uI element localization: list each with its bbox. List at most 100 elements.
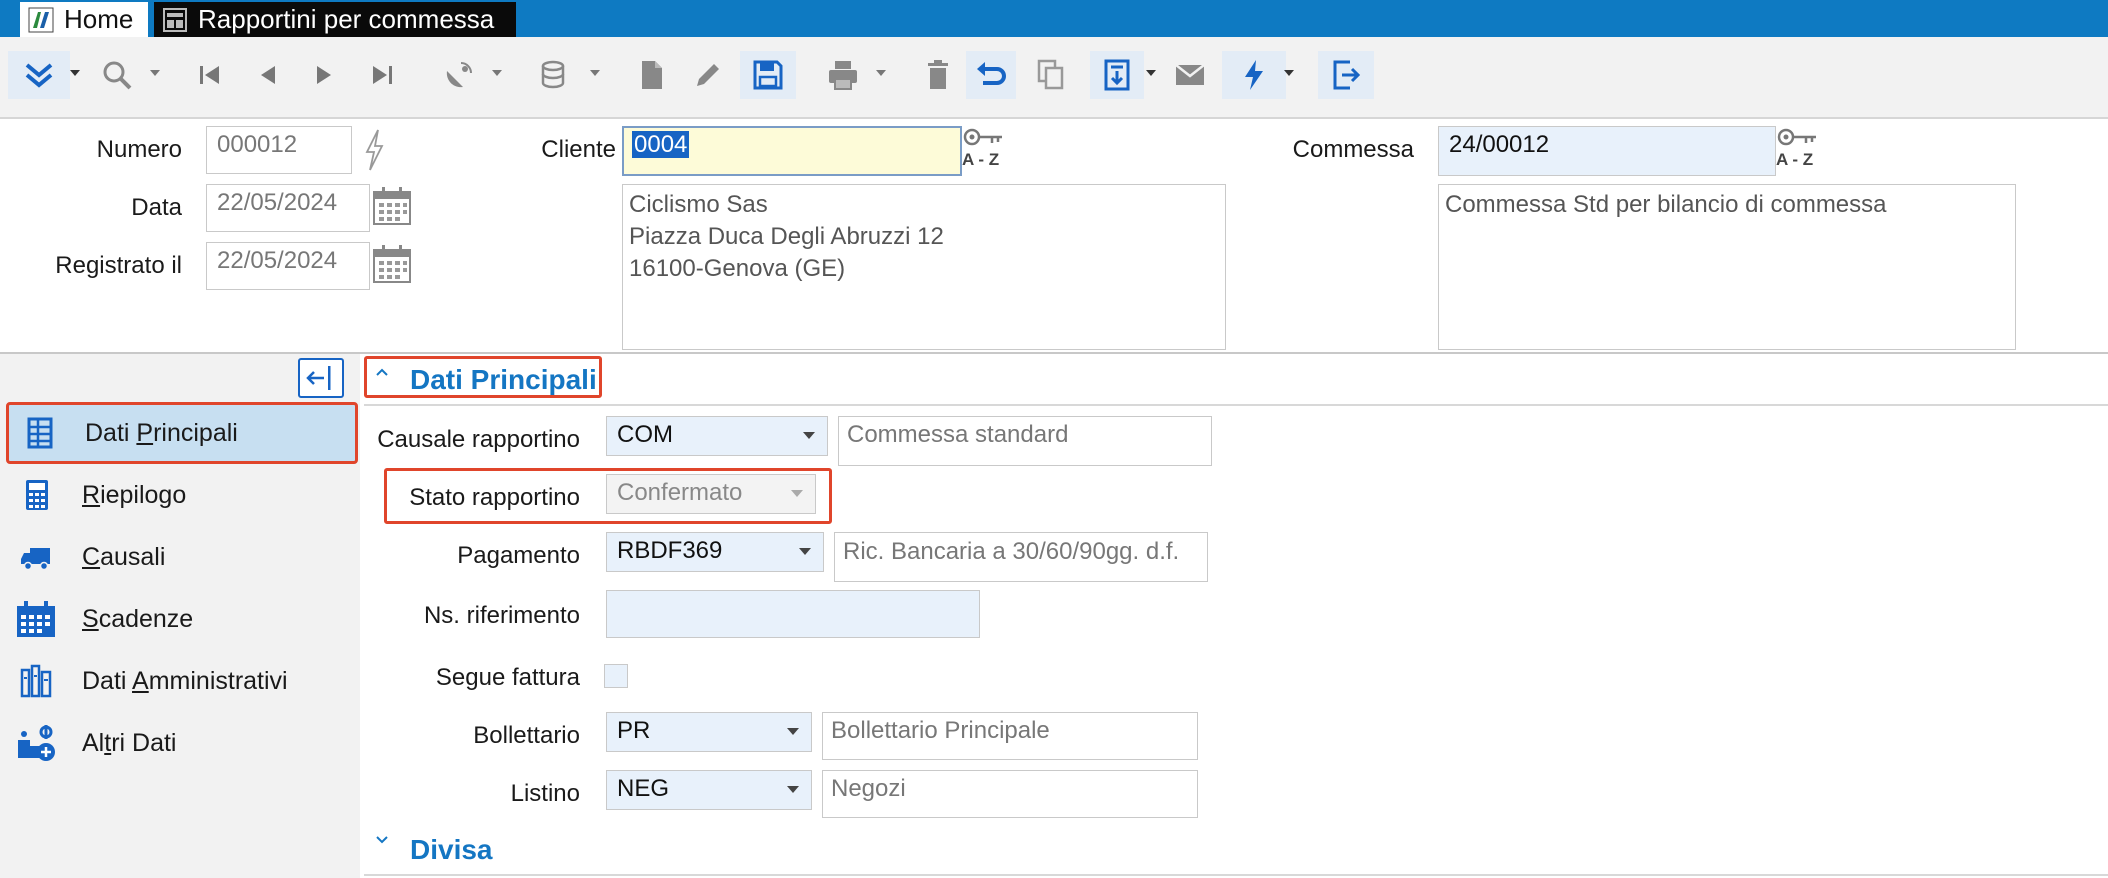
chevron-down-icon	[803, 432, 815, 439]
table-icon	[27, 417, 53, 449]
tab-home-label: Home	[64, 4, 134, 34]
books-icon	[20, 664, 52, 698]
lightning-icon	[1245, 60, 1263, 90]
riferimento-label: Ns. riferimento	[423, 602, 580, 629]
bollettario-select[interactable]: PR	[606, 712, 812, 752]
cliente-address: Ciclismo Sas Piazza Duca Degli Abruzzi 1…	[622, 184, 1226, 350]
save-icon	[753, 60, 783, 90]
bollettario-label: Bollettario	[473, 722, 580, 749]
chevron-down-icon[interactable]	[374, 834, 390, 846]
sidebar-item-causali[interactable]: Causali	[6, 528, 358, 586]
new-document-button[interactable]	[630, 51, 674, 99]
title-bar: Home Rapportini per commessa	[0, 0, 2108, 37]
section-title-divisa[interactable]: Divisa	[410, 834, 493, 866]
chevron-up-icon[interactable]	[374, 366, 390, 378]
mail-icon	[1175, 64, 1205, 85]
last-record-button[interactable]	[362, 51, 402, 99]
database-button[interactable]	[532, 51, 578, 99]
sidebar-item-dati-amministrativi[interactable]: Dati Amministrativi	[6, 652, 358, 710]
calendar-icon	[17, 601, 55, 637]
stato-select[interactable]: Confermato	[606, 474, 816, 514]
copy-icon	[1037, 59, 1064, 90]
chevron-down-icon	[799, 548, 811, 555]
chevron-down-icon	[791, 490, 803, 497]
segue-fattura-label: Segue fattura	[435, 664, 580, 691]
pagamento-select[interactable]: RBDF369	[606, 532, 824, 572]
causale-label: Causale rapportino	[377, 426, 580, 453]
cliente-az-label[interactable]: A - Z	[962, 150, 999, 170]
segue-fattura-checkbox[interactable]	[604, 664, 628, 688]
key-icon[interactable]	[962, 126, 1004, 150]
edit-button[interactable]	[686, 51, 730, 99]
save-button[interactable]	[740, 51, 796, 99]
mail-button[interactable]	[1166, 51, 1214, 99]
listino-description: Negozi	[822, 770, 1198, 818]
tab-rapportini[interactable]: Rapportini per commessa	[154, 2, 516, 37]
commessa-field[interactable]: 24/00012	[1438, 126, 1776, 176]
cliente-address-line: Piazza Duca Degli Abruzzi 12	[629, 223, 944, 250]
data-field[interactable]: 22/05/2024	[206, 184, 370, 232]
calendar-icon[interactable]	[372, 242, 412, 284]
numero-field[interactable]: 000012	[206, 126, 352, 174]
app-logo-icon	[28, 7, 54, 32]
collapse-sidebar-button[interactable]	[298, 358, 344, 398]
export-button[interactable]	[1090, 51, 1144, 99]
search-button[interactable]	[94, 51, 140, 99]
numero-label: Numero	[96, 136, 182, 163]
sidebar-item-label: Causali	[82, 542, 166, 571]
print-icon	[829, 61, 857, 90]
commessa-az-label[interactable]: A - Z	[1776, 150, 1813, 170]
key-icon[interactable]	[1776, 126, 1818, 150]
expand-button[interactable]	[8, 51, 70, 99]
toolbar	[0, 37, 2108, 119]
truck-icon	[21, 548, 50, 571]
tab-home[interactable]: Home	[20, 2, 148, 37]
undo-button[interactable]	[966, 51, 1016, 99]
pagamento-description: Ric. Bancaria a 30/60/90gg. d.f.	[834, 532, 1208, 582]
data-label: Data	[131, 194, 182, 221]
commessa-label: Commessa	[1292, 136, 1414, 163]
copy-button[interactable]	[1028, 51, 1074, 99]
new-document-icon	[642, 61, 662, 89]
bollettario-description: Bollettario Principale	[822, 712, 1198, 760]
satellite-icon	[446, 62, 472, 88]
next-record-button[interactable]	[304, 51, 344, 99]
pagamento-label: Pagamento	[457, 542, 580, 569]
previous-record-button[interactable]	[248, 51, 288, 99]
sidebar-item-label: Dati Amministrativi	[82, 666, 288, 695]
window-icon	[163, 7, 187, 32]
calendar-icon[interactable]	[372, 184, 412, 226]
registrato-field[interactable]: 22/05/2024	[206, 242, 370, 290]
listino-select[interactable]: NEG	[606, 770, 812, 810]
sidebar-item-dati-principali[interactable]: Dati Principali	[6, 402, 358, 464]
cliente-address-line: Ciclismo Sas	[629, 191, 768, 218]
sidebar-item-label: Scadenze	[82, 604, 194, 633]
previous-record-icon	[261, 66, 275, 84]
stato-label: Stato rapportino	[409, 484, 580, 511]
sidebar-item-label: Dati Principali	[85, 418, 238, 447]
exit-button[interactable]	[1318, 51, 1374, 99]
settings-add-icon	[18, 725, 55, 761]
riferimento-field[interactable]	[606, 590, 980, 638]
delete-icon	[928, 60, 948, 89]
lightning-button[interactable]	[1222, 51, 1286, 99]
sidebar-item-altri-dati[interactable]: Altri Dati	[6, 714, 358, 772]
print-button[interactable]	[818, 51, 868, 99]
lightning-small-icon[interactable]	[362, 128, 386, 172]
section-title-dati-principali[interactable]: Dati Principali	[410, 364, 597, 396]
first-record-button[interactable]	[190, 51, 230, 99]
chevron-down-icon	[787, 786, 799, 793]
sidebar-item-scadenze[interactable]: Scadenze	[6, 590, 358, 648]
calculator-icon	[26, 480, 48, 510]
cliente-field[interactable]: 0004	[622, 126, 962, 176]
exit-icon	[1333, 60, 1361, 90]
cliente-address-line: 16100-Genova (GE)	[629, 255, 846, 282]
delete-button[interactable]	[916, 51, 960, 99]
satellite-button[interactable]	[436, 51, 482, 99]
chevron-down-icon	[787, 728, 799, 735]
causale-select[interactable]: COM	[606, 416, 828, 456]
section-divider	[364, 404, 2108, 406]
pagamento-value: RBDF369	[617, 537, 723, 564]
collapse-icon	[306, 366, 331, 390]
sidebar-item-riepilogo[interactable]: Riepilogo	[6, 466, 358, 524]
